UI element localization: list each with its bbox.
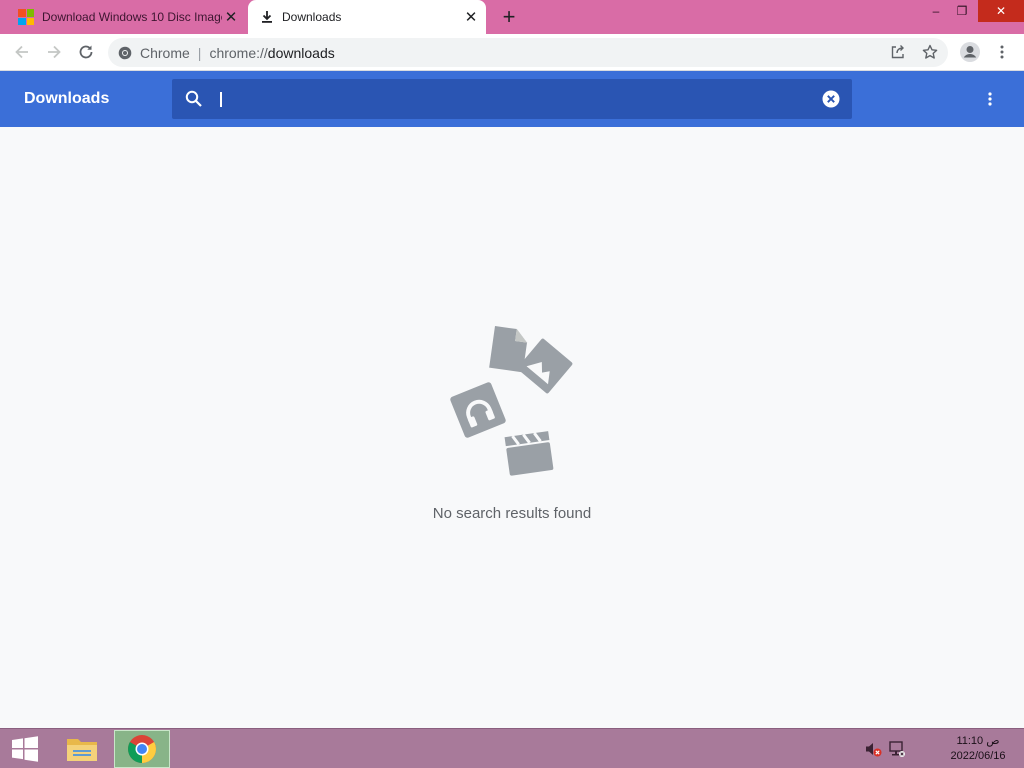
person-icon bbox=[960, 42, 980, 62]
chrome-logo-icon bbox=[118, 46, 132, 59]
arrow-right-icon bbox=[48, 45, 61, 59]
download-favicon-icon bbox=[262, 11, 272, 23]
downloads-more-button[interactable] bbox=[978, 87, 1002, 111]
volume-muted-icon[interactable] bbox=[864, 740, 882, 758]
url-path: downloads bbox=[267, 44, 335, 61]
share-button[interactable] bbox=[886, 40, 910, 64]
share-icon bbox=[891, 45, 904, 59]
text-caret bbox=[220, 92, 222, 107]
search-input[interactable] bbox=[216, 87, 806, 111]
search-icon bbox=[185, 90, 202, 107]
back-button[interactable] bbox=[8, 38, 36, 66]
tab-close-icon[interactable]: ✕ bbox=[222, 8, 240, 26]
downloads-search-box[interactable] bbox=[172, 79, 852, 119]
omnibox-separator: | bbox=[197, 44, 202, 61]
tab-strip: Download Windows 10 Disc Image ✕ Downloa… bbox=[0, 0, 1024, 34]
tab-close-icon[interactable]: ✕ bbox=[462, 8, 480, 26]
star-icon bbox=[922, 44, 938, 59]
omnibox[interactable]: Chrome | chrome:// downloads bbox=[108, 38, 948, 67]
forward-button[interactable] bbox=[40, 38, 68, 66]
reload-icon bbox=[79, 45, 93, 59]
clock-date: 2022/06/16 bbox=[950, 750, 1006, 762]
url-scheme: chrome:// bbox=[209, 44, 268, 61]
system-clock[interactable]: 11:10 ص 2022/06/16 bbox=[938, 734, 1018, 764]
browser-toolbar: Chrome | chrome:// downloads bbox=[0, 34, 1024, 71]
kebab-menu-icon bbox=[988, 92, 992, 106]
page-title: Downloads bbox=[24, 90, 110, 107]
restore-button[interactable]: ❐ bbox=[946, 0, 978, 22]
no-downloads-illustration bbox=[450, 326, 573, 476]
empty-state-message: No search results found bbox=[432, 505, 592, 522]
kebab-menu-icon bbox=[1000, 45, 1004, 59]
folder-icon bbox=[67, 739, 97, 761]
profile-button[interactable] bbox=[956, 38, 984, 66]
tab-download-windows[interactable]: Download Windows 10 Disc Image ✕ bbox=[8, 0, 246, 34]
taskbar-chrome[interactable] bbox=[114, 730, 170, 768]
new-tab-button[interactable]: + bbox=[496, 4, 522, 30]
reload-button[interactable] bbox=[72, 38, 100, 66]
tab-downloads[interactable]: Downloads ✕ bbox=[248, 0, 486, 34]
clear-icon[interactable] bbox=[822, 90, 840, 108]
taskbar-file-explorer[interactable] bbox=[54, 730, 110, 768]
arrow-left-icon bbox=[15, 45, 28, 59]
start-button[interactable] bbox=[10, 736, 40, 762]
windows-favicon-icon bbox=[18, 9, 34, 25]
network-icon[interactable] bbox=[888, 740, 906, 758]
chrome-logo-icon bbox=[128, 735, 156, 763]
tab-title: Downloads bbox=[282, 10, 342, 24]
chrome-menu-button[interactable] bbox=[988, 38, 1016, 66]
video-icon bbox=[504, 431, 554, 476]
clock-time: 11:10 ص bbox=[956, 735, 1000, 747]
windows-taskbar: 11:10 ص 2022/06/16 bbox=[0, 728, 1024, 768]
omnibox-chip-label: Chrome bbox=[140, 44, 190, 61]
bookmark-button[interactable] bbox=[918, 40, 942, 64]
downloads-header: Downloads bbox=[0, 71, 1024, 127]
audio-icon bbox=[450, 382, 506, 438]
tab-title: Download Windows 10 Disc Image bbox=[42, 10, 222, 24]
close-window-button[interactable]: ✕ bbox=[978, 0, 1024, 22]
